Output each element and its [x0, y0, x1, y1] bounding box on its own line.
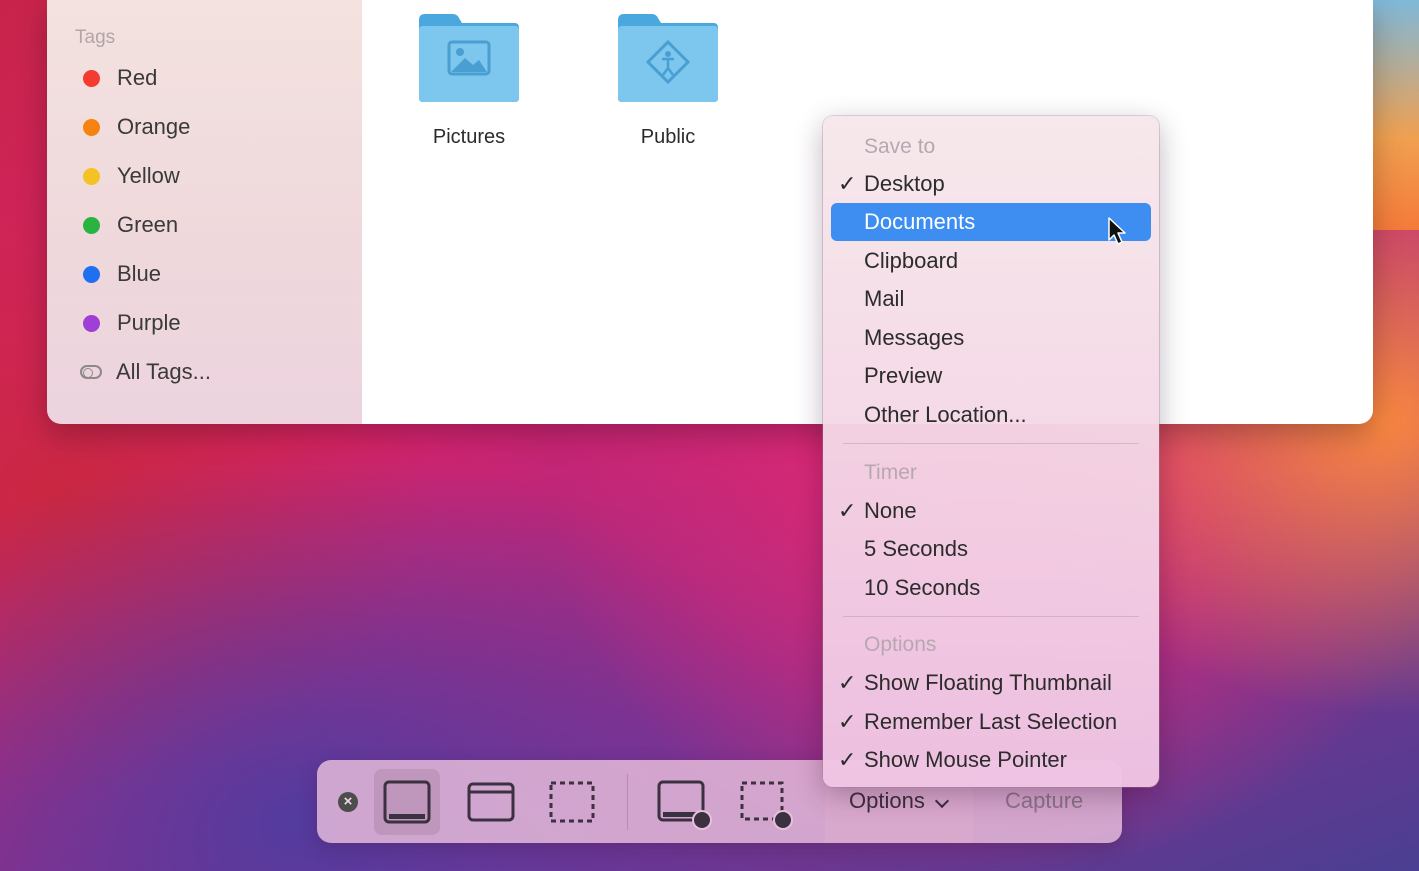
capture-entire-screen-button[interactable]	[374, 769, 440, 835]
menu-section-heading-options: Options	[864, 633, 937, 656]
menu-section-heading-timer: Timer	[864, 461, 917, 484]
menu-item-label: Remember Last Selection	[864, 709, 1118, 734]
sidebar-tag-blue[interactable]: Blue	[75, 254, 345, 294]
options-button-label: Options	[849, 788, 925, 813]
menu-item-messages[interactable]: Messages	[831, 319, 1151, 357]
sidebar-section-heading-tags: Tags	[75, 27, 116, 48]
menu-item-preview[interactable]: Preview	[831, 357, 1151, 395]
menu-item-desktop[interactable]: ✓ Desktop	[831, 165, 1151, 203]
menu-item-label: None	[864, 498, 917, 523]
menu-item-label: Clipboard	[864, 248, 959, 273]
tag-color-dot-icon	[83, 69, 100, 87]
capture-window-icon	[467, 782, 515, 822]
menu-item-label: 10 Seconds	[864, 575, 981, 600]
checkmark-icon: ✓	[838, 709, 857, 734]
checkmark-icon: ✓	[838, 171, 857, 196]
menu-item-remember-last-selection[interactable]: ✓ Remember Last Selection	[831, 703, 1151, 741]
menu-item-label: Messages	[864, 325, 965, 350]
capture-button-label: Capture	[1005, 788, 1084, 813]
sidebar-tag-label: Blue	[117, 261, 162, 286]
menu-item-label: Show Mouse Pointer	[864, 747, 1067, 772]
sidebar-tag-label: Orange	[117, 114, 191, 139]
folder-public[interactable]: Public	[588, 2, 748, 152]
record-selection-button[interactable]	[732, 769, 798, 835]
menu-item-timer-10-seconds[interactable]: 10 Seconds	[831, 569, 1151, 607]
sidebar-tag-purple[interactable]: Purple	[75, 303, 345, 343]
menu-item-documents[interactable]: Documents	[831, 203, 1151, 241]
record-selection-icon	[740, 781, 793, 830]
menu-item-label: Show Floating Thumbnail	[864, 670, 1112, 695]
record-entire-screen-icon	[657, 780, 712, 830]
tag-color-dot-icon	[83, 216, 100, 234]
sidebar-tag-red[interactable]: Red	[75, 58, 345, 98]
tag-color-dot-icon	[83, 265, 100, 283]
menu-section-heading-save-to: Save to	[864, 135, 936, 158]
menu-item-label: Documents	[864, 209, 976, 234]
tag-color-dot-icon	[83, 314, 100, 332]
checkmark-icon: ✓	[838, 670, 857, 695]
checkmark-icon: ✓	[838, 498, 857, 523]
menu-item-clipboard[interactable]: Clipboard	[831, 242, 1151, 280]
tag-color-dot-icon	[83, 167, 100, 185]
menu-item-label: Mail	[864, 286, 905, 311]
menu-item-label: Preview	[864, 363, 943, 388]
menu-item-show-floating-thumbnail[interactable]: ✓ Show Floating Thumbnail	[831, 664, 1151, 702]
menu-item-label: Desktop	[864, 171, 945, 196]
chevron-down-icon	[934, 793, 950, 809]
menu-item-show-mouse-pointer[interactable]: ✓ Show Mouse Pointer	[831, 741, 1151, 779]
record-entire-screen-button[interactable]	[651, 769, 717, 835]
sidebar-tag-yellow[interactable]: Yellow	[75, 156, 345, 196]
menu-item-mail[interactable]: Mail	[831, 280, 1151, 318]
finder-window: Tags Red Orange Yellow Green Blue Purple…	[47, 0, 1373, 424]
menu-item-other-location[interactable]: Other Location...	[831, 396, 1151, 434]
all-tags-icon	[80, 365, 102, 379]
pictures-folder-icon	[419, 14, 519, 102]
menu-separator	[843, 443, 1139, 444]
sidebar-tag-label: Yellow	[117, 163, 180, 188]
public-folder-icon	[618, 14, 718, 102]
capture-selection-icon	[549, 781, 595, 823]
folder-label: Pictures	[432, 126, 506, 148]
capture-selection-button[interactable]	[539, 769, 605, 835]
capture-window-button[interactable]	[458, 769, 524, 835]
finder-sidebar: Tags Red Orange Yellow Green Blue Purple…	[47, 0, 362, 424]
menu-item-timer-5-seconds[interactable]: 5 Seconds	[831, 530, 1151, 568]
sidebar-tag-label: Green	[117, 212, 179, 237]
sidebar-tag-label: Purple	[117, 310, 181, 335]
sidebar-all-tags[interactable]: All Tags...	[75, 352, 345, 392]
folder-pictures[interactable]: Pictures	[389, 2, 549, 152]
background-window-edge	[1368, 0, 1419, 230]
toolbar-divider	[627, 774, 628, 830]
menu-separator	[843, 616, 1139, 617]
sidebar-tag-orange[interactable]: Orange	[75, 107, 345, 147]
folder-label: Public	[640, 126, 696, 148]
menu-item-label: 5 Seconds	[864, 536, 968, 561]
sidebar-tag-label: Red	[117, 65, 158, 90]
capture-entire-screen-icon	[383, 780, 431, 824]
mouse-pointer-icon	[1108, 217, 1126, 245]
sidebar-tag-label: All Tags...	[116, 359, 211, 384]
menu-item-timer-none[interactable]: ✓ None	[831, 492, 1151, 530]
menu-item-label: Other Location...	[864, 402, 1027, 427]
checkmark-icon: ✓	[838, 747, 857, 772]
tag-color-dot-icon	[83, 118, 100, 136]
close-icon[interactable]: ×	[338, 792, 358, 812]
sidebar-tag-green[interactable]: Green	[75, 205, 345, 245]
